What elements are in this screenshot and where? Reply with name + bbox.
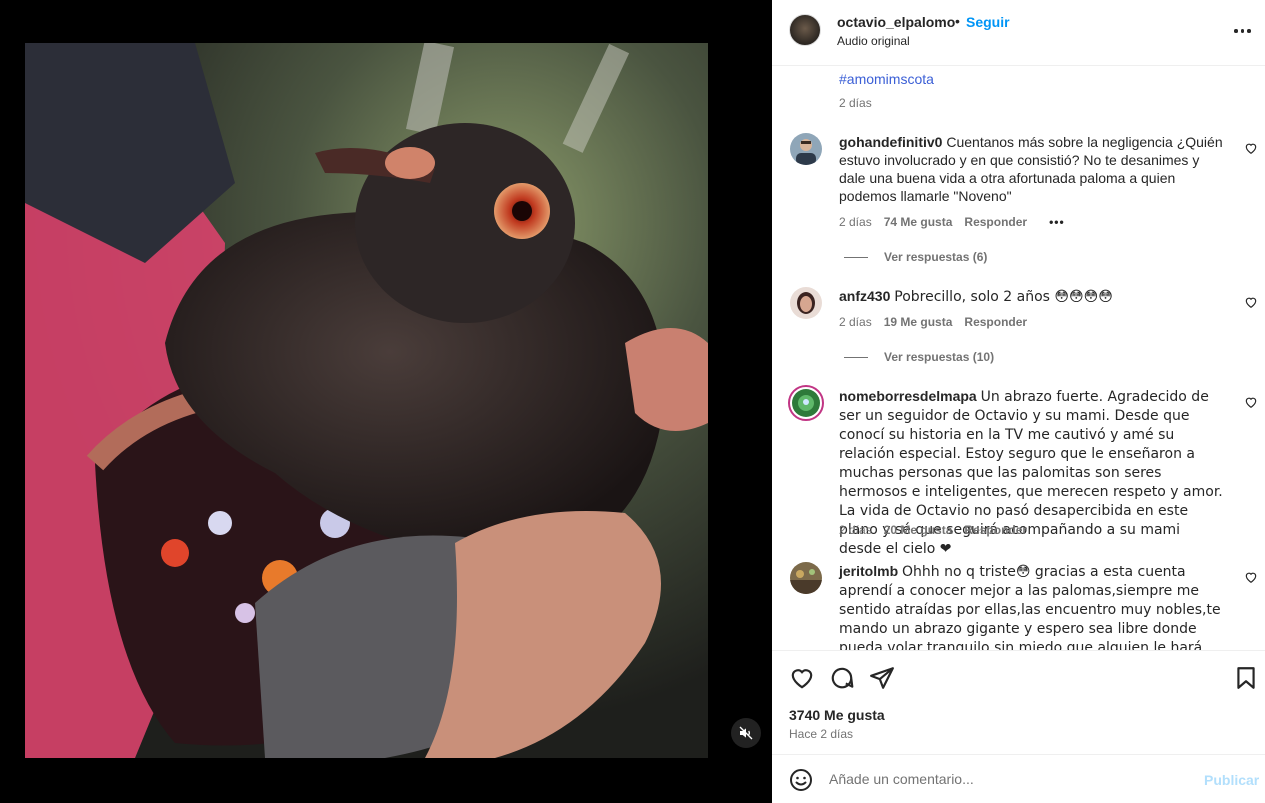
author-username[interactable]: octavio_elpalomo [837, 14, 955, 30]
post-details-panel: octavio_elpalomo • Seguir Audio original… [772, 0, 1265, 803]
comments-list[interactable]: #amomimscota 2 días gohandefinitiv0 Cuen… [772, 66, 1265, 650]
avatar-image-icon [790, 562, 822, 594]
comment-options-icon[interactable]: ••• [1049, 215, 1065, 229]
comment-meta: 2 días 74 Me gusta Responder ••• [839, 215, 1065, 229]
caption-time: 2 días [839, 96, 872, 110]
view-replies-label: Ver respuestas (10) [884, 350, 995, 364]
comment-meta: 2 días 20 Me gusta Responder [839, 523, 1027, 537]
comment-time: 2 días [839, 215, 872, 229]
view-replies-label: Ver respuestas (6) [884, 250, 988, 264]
caption-hashtag[interactable]: #amomimscota [839, 71, 934, 87]
comment-text: jeritolmb Ohhh no q triste😳 gracias a es… [839, 562, 1224, 650]
avatar-image-icon [790, 133, 822, 165]
comment-time: 2 días [839, 523, 872, 537]
comment-text: anfz430 Pobrecillo, solo 2 años 😳😳😳😳 [839, 287, 1224, 306]
add-comment-bar: Publicar [772, 754, 1265, 803]
comment-body: Pobrecillo, solo 2 años 😳😳😳😳 [894, 289, 1113, 305]
paper-plane-icon [870, 667, 894, 689]
reply-button[interactable]: Responder [964, 215, 1027, 229]
avatar-image-icon [792, 389, 820, 417]
comment-button[interactable] [829, 665, 855, 691]
heart-outline-icon [1245, 572, 1257, 583]
comment-username[interactable]: anfz430 [839, 288, 890, 304]
like-comment-button[interactable] [1244, 141, 1258, 155]
more-options-icon[interactable] [1234, 24, 1254, 38]
mute-button[interactable] [731, 718, 761, 748]
heart-icon [791, 669, 813, 689]
heart-outline-icon [1245, 143, 1257, 154]
smiley-icon [790, 769, 812, 791]
commenter-avatar[interactable] [790, 562, 822, 594]
comment-text: gohandefinitiv0 Cuentanos más sobre la n… [839, 133, 1224, 205]
like-comment-button[interactable] [1244, 570, 1258, 584]
comment-likes[interactable]: 20 Me gusta [884, 523, 953, 537]
author-avatar[interactable] [789, 14, 821, 46]
view-replies-button[interactable]: Ver respuestas (10) [844, 350, 994, 364]
comment-likes[interactable]: 74 Me gusta [884, 215, 953, 229]
like-comment-button[interactable] [1244, 295, 1258, 309]
comment-meta: 2 días 19 Me gusta Responder [839, 315, 1027, 329]
audio-label[interactable]: Audio original [837, 34, 910, 48]
comment-username[interactable]: nomeborresdelmapa [839, 388, 977, 404]
comment-username[interactable]: gohandefinitiv0 [839, 134, 942, 150]
post-timestamp[interactable]: Hace 2 días [789, 727, 853, 741]
comment-time: 2 días [839, 315, 872, 329]
heart-outline-icon [1245, 397, 1257, 408]
speaker-muted-icon [739, 726, 753, 740]
comment-input[interactable] [829, 769, 1189, 789]
like-comment-button[interactable] [1244, 395, 1258, 409]
reply-button[interactable]: Responder [964, 315, 1027, 329]
pigeon-illustration [25, 43, 708, 758]
post-media-area [0, 0, 772, 803]
save-button[interactable] [1233, 665, 1259, 691]
share-button[interactable] [869, 665, 895, 691]
follow-button[interactable]: Seguir [966, 14, 1010, 30]
heart-outline-icon [1245, 297, 1257, 308]
view-replies-button[interactable]: Ver respuestas (6) [844, 250, 987, 264]
hashtag-link[interactable]: #amomimscota [839, 71, 934, 87]
comment-bubble-icon [831, 667, 854, 689]
commenter-avatar[interactable] [790, 133, 822, 165]
commenter-avatar[interactable] [790, 287, 822, 319]
header-separator: • [955, 13, 960, 29]
post-likes-count[interactable]: 3740 Me gusta [789, 707, 885, 723]
reply-button[interactable]: Responder [964, 523, 1027, 537]
emoji-picker-button[interactable] [789, 768, 813, 792]
bookmark-icon [1237, 667, 1255, 689]
publish-comment-button[interactable]: Publicar [1204, 772, 1259, 788]
post-header: octavio_elpalomo • Seguir Audio original [772, 0, 1265, 66]
like-button[interactable] [789, 665, 815, 691]
avatar-image-icon [790, 287, 822, 319]
comment-username[interactable]: jeritolmb [839, 563, 898, 579]
commenter-avatar-story-ring[interactable] [788, 385, 824, 421]
pigeon-photo[interactable] [25, 43, 708, 758]
post-actions: 3740 Me gusta Hace 2 días [772, 650, 1265, 754]
comment-likes[interactable]: 19 Me gusta [884, 315, 953, 329]
